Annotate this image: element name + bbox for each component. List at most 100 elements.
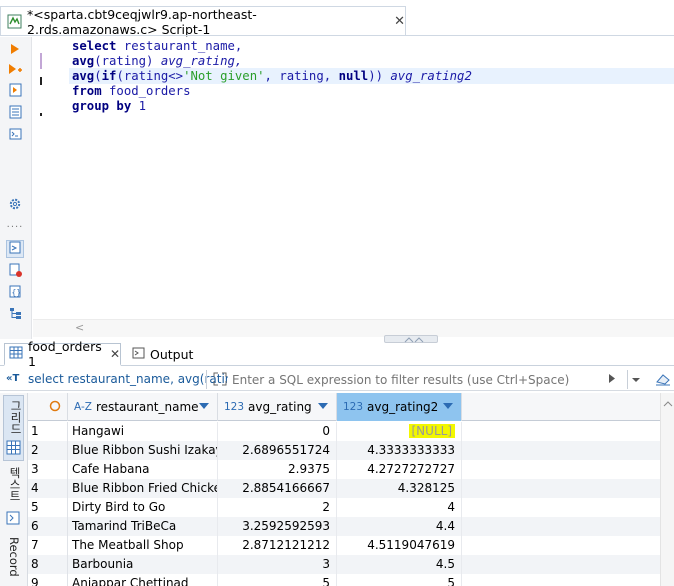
execute-script-button[interactable] bbox=[6, 82, 24, 100]
output-terminal-icon bbox=[132, 347, 145, 362]
sort-dropdown-icon[interactable] bbox=[199, 403, 209, 409]
execute-statement-button[interactable] bbox=[6, 41, 24, 59]
tab-output[interactable]: Output bbox=[128, 343, 208, 366]
editor-horizontal-scrollbar[interactable]: < bbox=[33, 319, 674, 337]
table-row[interactable]: 4 Blue Ribbon Fried Chicken 2.8854166667 4.… bbox=[28, 479, 674, 498]
panel-split-handle[interactable] bbox=[384, 335, 438, 343]
result-view-switcher: 그리드 텍스트 Record bbox=[0, 393, 28, 586]
table-row[interactable]: 8 Barbounia 3 4.5 bbox=[28, 555, 674, 574]
table-row[interactable]: 2 Blue Ribbon Sushi Izakaya 2.6896551724 4.… bbox=[28, 441, 674, 460]
grid-vertical-scrollbar[interactable] bbox=[660, 393, 674, 586]
sort-dropdown-icon[interactable] bbox=[318, 403, 328, 409]
row-number-cell: 1 bbox=[28, 422, 68, 441]
terminal-icon bbox=[9, 128, 22, 143]
avg-rating2-cell[interactable]: 4.2727272727 bbox=[337, 460, 462, 479]
tab-output-label: Output bbox=[150, 347, 194, 362]
sql-token: avg_rating, bbox=[160, 54, 243, 68]
column-type-badge: A-Z bbox=[74, 401, 92, 413]
restaurant-name-cell[interactable]: Anjappar Chettinad bbox=[68, 574, 218, 586]
sql-token: restaurant_name, bbox=[123, 39, 243, 53]
outline-button[interactable] bbox=[6, 306, 24, 324]
tab-food-orders-label: food_orders 1 bbox=[28, 339, 102, 369]
close-icon[interactable]: ✕ bbox=[394, 14, 405, 29]
close-icon[interactable]: ✕ bbox=[110, 347, 120, 361]
row-number-cell: 3 bbox=[28, 460, 68, 479]
explain-plan-button[interactable] bbox=[6, 104, 24, 122]
avg-rating-cell[interactable]: 2.8712121212 bbox=[218, 536, 337, 555]
column-header-label: restaurant_name bbox=[95, 400, 199, 414]
scroll-left-icon[interactable]: < bbox=[75, 321, 84, 334]
sql-token: (rating<> bbox=[116, 69, 184, 83]
column-header-restaurant-name[interactable]: A-Z restaurant_name bbox=[68, 393, 218, 421]
output-log-button[interactable] bbox=[6, 262, 24, 280]
editor-tab-script-1[interactable]: *<sparta.cbt9ceqjwlr9.ap-northeast-2.rds… bbox=[0, 6, 406, 37]
avg-rating-cell[interactable]: 0 bbox=[218, 422, 337, 441]
apply-filter-icon[interactable] bbox=[608, 373, 616, 387]
text-view-label: 텍스트 bbox=[8, 467, 22, 502]
avg-rating-cell[interactable]: 2 bbox=[218, 498, 337, 517]
avg-rating-cell[interactable]: 2.6896551724 bbox=[218, 441, 337, 460]
restaurant-name-cell[interactable]: The Meatball Shop bbox=[68, 536, 218, 555]
row-number-cell: 2 bbox=[28, 441, 68, 460]
text-view-toggle[interactable]: 텍스트 bbox=[3, 465, 24, 529]
query-preview[interactable]: select restaurant_name, avg(ratin bbox=[28, 372, 228, 386]
avg-rating-cell[interactable]: 3.2592592593 bbox=[218, 517, 337, 536]
avg-rating-cell[interactable]: 2.9375 bbox=[218, 460, 337, 479]
sql-editor[interactable]: select restaurant_name, avg(rating) avg_… bbox=[33, 37, 674, 319]
row-number-cell: 7 bbox=[28, 536, 68, 555]
variables-button[interactable]: {} bbox=[6, 284, 24, 302]
avg-rating2-cell[interactable]: 5 bbox=[337, 574, 462, 586]
restaurant-name-cell[interactable]: Blue Ribbon Fried Chicken bbox=[68, 479, 218, 498]
grid-view-toggle[interactable]: 그리드 bbox=[3, 395, 24, 461]
row-number-cell: 8 bbox=[28, 555, 68, 574]
table-row[interactable]: 7 The Meatball Shop 2.8712121212 4.51190476… bbox=[28, 536, 674, 555]
restaurant-name-cell[interactable]: Dirty Bird to Go bbox=[68, 498, 218, 517]
ellipsis-icon: ···· bbox=[6, 221, 24, 233]
row-number-cell: 4 bbox=[28, 479, 68, 498]
filter-input[interactable] bbox=[212, 370, 602, 389]
result-grid[interactable]: A-Z restaurant_name 123 avg_rating 123 a… bbox=[28, 393, 674, 586]
row-number-header[interactable] bbox=[28, 393, 68, 421]
sql-token: 'Not given' bbox=[183, 69, 265, 83]
record-view-label: Record bbox=[7, 537, 21, 577]
results-panel-toggle[interactable] bbox=[6, 240, 24, 258]
more-dots[interactable]: ···· bbox=[6, 218, 24, 236]
avg-rating2-cell[interactable]: 4.5 bbox=[337, 555, 462, 574]
null-value: [NULL] bbox=[408, 424, 455, 438]
restaurant-name-cell[interactable]: Hangawi bbox=[68, 422, 218, 441]
record-view-toggle[interactable]: Record bbox=[3, 533, 24, 585]
table-row[interactable]: 5 Dirty Bird to Go 2 4 bbox=[28, 498, 674, 517]
terminal-button[interactable] bbox=[6, 126, 24, 144]
restaurant-name-cell[interactable]: Barbounia bbox=[68, 555, 218, 574]
table-row[interactable]: 3 Cafe Habana 2.9375 4.2727272727 bbox=[28, 460, 674, 479]
restaurant-name-cell[interactable]: Tamarind TriBeCa bbox=[68, 517, 218, 536]
clear-filter-icon[interactable] bbox=[654, 372, 672, 389]
avg-rating2-cell[interactable]: 4 bbox=[337, 498, 462, 517]
braces-icon: {} bbox=[9, 285, 21, 301]
column-header-avg-rating2[interactable]: 123 avg_rating2 bbox=[337, 393, 462, 421]
table-row[interactable]: 6 Tamarind TriBeCa 3.2592592593 4.4 bbox=[28, 517, 674, 536]
avg-rating2-cell[interactable]: 4.3333333333 bbox=[337, 441, 462, 460]
grid-header: A-Z restaurant_name 123 avg_rating 123 a… bbox=[28, 393, 674, 421]
sort-dropdown-icon[interactable] bbox=[443, 403, 453, 409]
avg-rating2-cell[interactable]: 4.5119047619 bbox=[337, 536, 462, 555]
svg-text:{}: {} bbox=[12, 288, 22, 297]
execute-new-tab-button[interactable] bbox=[6, 61, 24, 79]
filter-history-dropdown[interactable] bbox=[627, 370, 643, 389]
avg-rating-cell[interactable]: 5 bbox=[218, 574, 337, 586]
filter-separator bbox=[206, 370, 207, 389]
table-row[interactable]: 9 Anjappar Chettinad 5 5 bbox=[28, 574, 674, 586]
restaurant-name-cell[interactable]: Blue Ribbon Sushi Izakaya bbox=[68, 441, 218, 460]
avg-rating2-cell[interactable]: 4.4 bbox=[337, 517, 462, 536]
sql-token: )) bbox=[368, 69, 391, 83]
table-row[interactable]: 1 Hangawi 0 [NULL] bbox=[28, 422, 674, 441]
avg-rating2-cell[interactable]: [NULL] bbox=[337, 422, 462, 441]
restaurant-name-cell[interactable]: Cafe Habana bbox=[68, 460, 218, 479]
column-header-avg-rating[interactable]: 123 avg_rating bbox=[218, 393, 337, 421]
avg-rating-cell[interactable]: 3 bbox=[218, 555, 337, 574]
avg-rating2-cell[interactable]: 4.328125 bbox=[337, 479, 462, 498]
tab-food-orders-1[interactable]: food_orders 1 ✕ bbox=[4, 339, 121, 369]
avg-rating-cell[interactable]: 2.8854166667 bbox=[218, 479, 337, 498]
table-grid-icon bbox=[9, 346, 23, 362]
settings-button[interactable] bbox=[6, 196, 24, 214]
